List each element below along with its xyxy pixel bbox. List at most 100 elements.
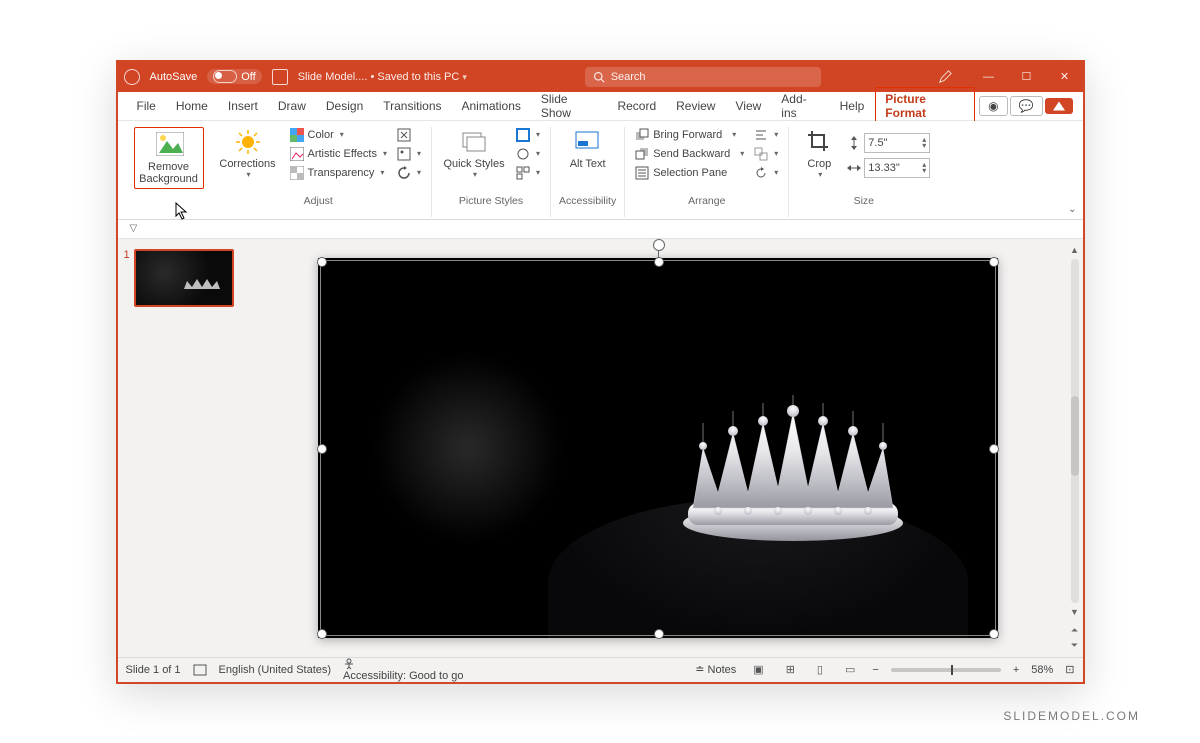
alt-text-button[interactable]: Alt Text <box>564 127 612 173</box>
zoom-level[interactable]: 58% <box>1031 664 1053 676</box>
prev-slide-icon[interactable]: ⏶ <box>1071 625 1078 636</box>
camera-button[interactable]: ◉ <box>979 96 1007 116</box>
artistic-effects-button[interactable]: Artistic Effects▾ <box>288 146 390 162</box>
reset-picture-button[interactable]: ▾ <box>395 165 423 181</box>
tab-view[interactable]: View <box>726 95 770 117</box>
minimize-button[interactable]: — <box>976 71 1000 83</box>
transparency-button[interactable]: Transparency▾ <box>288 165 390 181</box>
slide-sorter-button[interactable]: ⊞ <box>781 663 800 676</box>
zoom-slider[interactable] <box>891 668 1001 672</box>
resize-handle-tl[interactable] <box>317 257 327 267</box>
compress-pictures-button[interactable] <box>395 127 423 143</box>
resize-handle-bl[interactable] <box>317 629 327 639</box>
selection-pane-icon <box>635 166 649 180</box>
rotate-handle[interactable] <box>653 239 665 251</box>
quick-styles-button[interactable]: Quick Styles▾ <box>440 127 508 182</box>
color-button[interactable]: Color▾ <box>288 127 390 143</box>
close-button[interactable]: ✕ <box>1052 70 1076 83</box>
align-button[interactable]: ▾ <box>752 127 780 143</box>
spellcheck-icon[interactable] <box>193 664 207 676</box>
resize-handle-ml[interactable] <box>317 444 327 454</box>
slide-thumbnails: 1 <box>118 239 250 657</box>
tab-slide-show[interactable]: Slide Show <box>532 88 607 124</box>
rotate-button[interactable]: ▾ <box>752 165 780 181</box>
width-input[interactable]: 13.33"▴▾ <box>847 158 930 178</box>
zoom-in-button[interactable]: + <box>1013 664 1019 676</box>
resize-handle-br[interactable] <box>989 629 999 639</box>
picture-effects-button[interactable]: ▾ <box>514 146 542 162</box>
language-label[interactable]: English (United States) <box>219 664 332 676</box>
vertical-scrollbar[interactable]: ▲ ▼ ⏶ ⏷ <box>1067 239 1083 657</box>
tab-picture-format[interactable]: Picture Format <box>875 87 975 125</box>
reading-view-button[interactable]: ▯ <box>812 663 828 676</box>
maximize-button[interactable]: ☐ <box>1014 70 1038 83</box>
tab-transitions[interactable]: Transitions <box>374 95 450 117</box>
tab-add-ins[interactable]: Add-ins <box>772 88 828 124</box>
tab-help[interactable]: Help <box>831 95 874 117</box>
send-backward-icon <box>635 147 649 161</box>
share-button[interactable] <box>1045 98 1073 114</box>
resize-handle-tr[interactable] <box>989 257 999 267</box>
tab-animations[interactable]: Animations <box>453 95 530 117</box>
scroll-down-icon[interactable]: ▼ <box>1070 607 1079 617</box>
cursor-icon <box>175 202 189 220</box>
compress-icon <box>397 128 411 142</box>
picture-border-button[interactable]: ▾ <box>514 127 542 143</box>
slideshow-view-button[interactable]: ▭ <box>840 663 860 676</box>
slide-counter: Slide 1 of 1 <box>126 664 181 676</box>
fit-to-window-button[interactable]: ⊡ <box>1065 663 1074 676</box>
bring-forward-button[interactable]: Bring Forward▾ <box>633 127 746 143</box>
group-icon <box>754 147 768 161</box>
tab-insert[interactable]: Insert <box>219 95 267 117</box>
transparency-icon <box>290 166 304 180</box>
resize-handle-tm[interactable] <box>654 257 664 267</box>
normal-view-button[interactable]: ▣ <box>748 663 768 676</box>
tab-draw[interactable]: Draw <box>269 95 315 117</box>
bring-forward-icon <box>635 128 649 142</box>
search-box[interactable]: Search <box>585 67 821 87</box>
zoom-out-button[interactable]: − <box>872 664 878 676</box>
height-input[interactable]: 7.5"▴▾ <box>847 133 930 153</box>
alt-text-icon <box>575 129 601 155</box>
change-picture-button[interactable]: ▾ <box>395 146 423 162</box>
autosave-toggle[interactable]: Off <box>207 69 261 84</box>
selection-pane-button[interactable]: Selection Pane <box>633 165 746 181</box>
remove-background-button[interactable]: Remove Background <box>134 127 204 189</box>
slide-canvas[interactable] <box>250 239 1067 657</box>
picture-layout-button[interactable]: ▾ <box>514 165 542 181</box>
reset-icon <box>397 166 411 180</box>
autosave-label: AutoSave <box>150 71 198 83</box>
powerpoint-window: AutoSave Off Slide Model.... • Saved to … <box>116 60 1085 684</box>
corrections-button[interactable]: Corrections▾ <box>214 127 282 182</box>
tab-home[interactable]: Home <box>167 95 217 117</box>
send-backward-button[interactable]: Send Backward▾ <box>633 146 746 162</box>
group-button[interactable]: ▾ <box>752 146 780 162</box>
comments-button[interactable]: 💬 <box>1010 96 1043 116</box>
save-icon[interactable] <box>272 69 288 85</box>
resize-handle-bm[interactable] <box>654 629 664 639</box>
qat-dropdown[interactable]: ▽ <box>130 223 138 234</box>
picture-styles-group-label: Picture Styles <box>459 195 523 207</box>
ribbon: Remove Background Corrections▾ Color <box>118 121 1083 220</box>
tab-file[interactable]: File <box>128 95 165 117</box>
alt-text-label: Alt Text <box>570 158 606 171</box>
slide-thumbnail-1[interactable] <box>134 249 234 307</box>
crop-icon <box>806 129 832 155</box>
adjust-group-label: Adjust <box>304 195 333 207</box>
thumb-number: 1 <box>124 249 130 307</box>
tab-review[interactable]: Review <box>667 95 724 117</box>
scroll-up-icon[interactable]: ▲ <box>1070 245 1079 255</box>
document-title[interactable]: Slide Model.... • Saved to this PC ▾ <box>298 71 467 83</box>
crop-button[interactable]: Crop▾ <box>797 127 841 182</box>
pen-icon[interactable] <box>938 70 962 84</box>
notes-button[interactable]: ≐ Notes <box>695 663 736 676</box>
image-selection[interactable] <box>320 260 996 636</box>
next-slide-icon[interactable]: ⏷ <box>1071 640 1078 651</box>
change-picture-icon <box>397 147 411 161</box>
resize-handle-mr[interactable] <box>989 444 999 454</box>
ribbon-collapse-button[interactable]: ⌄ <box>1068 204 1076 215</box>
tab-record[interactable]: Record <box>608 95 665 117</box>
tab-design[interactable]: Design <box>317 95 372 117</box>
accessibility-status[interactable]: Accessibility: Good to go <box>343 658 463 682</box>
height-value: 7.5" <box>868 137 887 149</box>
